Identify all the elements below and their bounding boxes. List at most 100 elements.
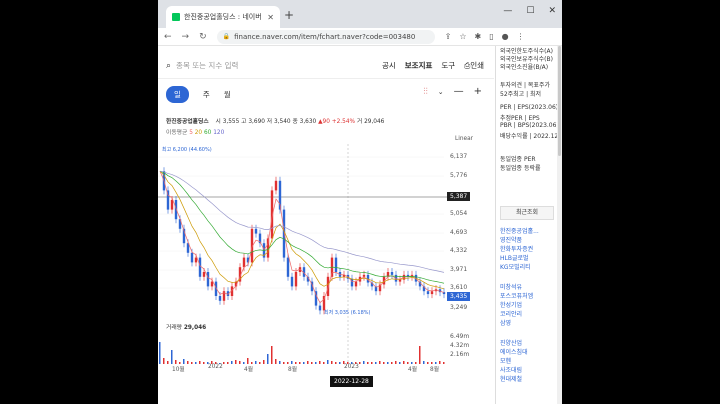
recent-item[interactable]: 한화투자증권 (500, 244, 533, 253)
sidebar-text: 동일업종 등락률 (500, 165, 541, 172)
recent-item[interactable]: 모헨 (500, 356, 511, 365)
window-controls: — ☐ ✕ (503, 6, 556, 16)
zoom-out-icon[interactable]: — (454, 86, 464, 97)
price-tick-label: 5,387 (447, 192, 471, 201)
lock-icon: 🔒 (222, 33, 231, 40)
recent-item[interactable]: 영진약품 (500, 235, 522, 244)
minimize-button[interactable]: — (503, 6, 512, 16)
sidebar-text: 투자의견 | 목표주가 (500, 82, 550, 89)
candle-body (350, 278, 354, 287)
chevron-down-icon[interactable]: ⌄ (438, 88, 444, 96)
tab-close-icon[interactable]: ✕ (267, 13, 274, 22)
menu-print[interactable]: ⎙인쇄 (464, 60, 484, 71)
recent-item[interactable]: 진양산업 (500, 338, 522, 347)
zoom-in-icon[interactable]: + (474, 86, 482, 97)
moving-average-legend: 이동평균 5 20 60 120 (166, 130, 225, 136)
candle-type-icon[interactable]: ⫶⫶ (423, 87, 428, 97)
sidebar-text: 동일업종 PER (500, 156, 536, 163)
stock-summary: 한진중공업홀딩스 시 3,555 고 3,690 저 3,540 종 3,630… (166, 119, 385, 125)
x-tick-label: 4월 (408, 367, 418, 373)
tab-day[interactable]: 일 (166, 86, 189, 103)
candle-body (206, 272, 210, 287)
recent-item[interactable]: HLB글로벌 (500, 253, 529, 262)
tab-title: 한진중공업홀딩스 : 네이버 증권 (184, 13, 264, 21)
candle-body (430, 291, 434, 295)
sidebar-text: PBR | BPS(2023.06) (500, 122, 559, 129)
maximize-button[interactable]: ☐ (526, 6, 534, 16)
price-chart[interactable]: 최고 6,200 (44.60%) 최저 3,035 (6.18%) (158, 144, 494, 362)
tab-strip: 한진중공업홀딩스 : 네이버 증권 ✕ + — ☐ ✕ (158, 0, 562, 28)
volume-tick-label: 6.49m (450, 333, 470, 340)
volume-bar (159, 342, 161, 364)
candle-body (190, 252, 194, 263)
new-tab-button[interactable]: + (284, 8, 294, 22)
x-axis: 10월 2022 4월 8월 2023 4월 8월 (158, 362, 494, 374)
menu-disclosure[interactable]: 공시 (382, 60, 396, 71)
close-value: 3,630 (299, 119, 317, 125)
recent-item[interactable]: 포스코퓨처엠 (500, 291, 533, 300)
scale-toggle[interactable]: Linear (455, 136, 473, 142)
sidebar-text: 배당수익률 | 2022.12 (500, 133, 559, 140)
sidebar-text: PER | EPS(2023.06) (500, 104, 559, 111)
x-tick-label: 10월 (172, 367, 185, 373)
recent-item[interactable]: 현대제철 (500, 374, 522, 383)
recent-item[interactable]: 코리안리 (500, 309, 522, 318)
share-icon[interactable]: ⇪ (445, 32, 452, 41)
candle-body (242, 257, 246, 268)
recent-item[interactable]: 미창석유 (500, 282, 522, 291)
recent-item[interactable]: KG모빌리티 (500, 262, 531, 271)
naver-favicon-icon (172, 13, 180, 21)
menu-icon[interactable]: ⋮ (517, 32, 525, 41)
chart-menu: 공시 보조지표 도구 ⎙인쇄 (382, 60, 484, 71)
price-tick-label: 3,610 (450, 284, 468, 291)
recent-item[interactable]: 한진중공업홀... (500, 226, 539, 235)
volume-chart (159, 342, 445, 364)
candle-body (362, 274, 366, 277)
stock-search[interactable]: ⌕ 종목 또는 지수 입력 (166, 60, 238, 71)
tab-month[interactable]: 월 (224, 89, 231, 100)
browser-tab[interactable]: 한진중공업홀딩스 : 네이버 증권 ✕ (166, 6, 280, 28)
scrollbar[interactable] (557, 46, 562, 404)
recent-item[interactable]: 한성기업 (500, 300, 522, 309)
ma60-line (159, 170, 445, 284)
divider (158, 78, 494, 79)
period-tabs: 일 주 월 (166, 86, 231, 103)
recent-views-header[interactable]: 최근조회 (500, 206, 554, 220)
reload-icon[interactable]: ↻ (199, 32, 207, 42)
candle-body (290, 276, 294, 287)
menu-tools[interactable]: 도구 (441, 60, 455, 71)
chart-tools: ⫶⫶ ⌄ — + (423, 86, 482, 97)
recent-item[interactable]: 삼영 (500, 318, 511, 327)
tab-week[interactable]: 주 (203, 89, 210, 100)
volume-header: 거래량 29,046 (166, 325, 207, 331)
low-note: 최저 3,035 (6.18%) (324, 309, 371, 316)
back-icon[interactable]: ← (164, 32, 172, 42)
recent-item[interactable]: 에이스침대 (500, 347, 528, 356)
candle-body (398, 279, 402, 282)
low-value: 3,540 (273, 119, 291, 125)
sidebar-text: 52주최고 | 최저 (500, 91, 542, 98)
extensions-icon[interactable]: ✱ (475, 32, 482, 41)
candle-body (194, 257, 198, 263)
search-placeholder: 종목 또는 지수 입력 (176, 61, 239, 70)
price-tick-label: 5,776 (450, 172, 468, 179)
chart-panel: ⌕ 종목 또는 지수 입력 공시 보조지표 도구 ⎙인쇄 일 주 월 ⫶⫶ ⌄ … (158, 46, 494, 404)
sidebar-text: 추정PER | EPS (500, 115, 540, 122)
recent-item[interactable]: 사조대림 (500, 365, 522, 374)
candle-body (170, 200, 174, 210)
candle-body (274, 180, 278, 191)
forward-icon[interactable]: → (182, 32, 190, 42)
menu-indicators[interactable]: 보조지표 (405, 60, 433, 71)
candle-body (218, 296, 222, 301)
address-bar[interactable]: 🔒 finance.naver.com/item/fchart.naver?co… (216, 29, 435, 44)
stock-info-sidebar: 외국인한도주식수(A) 외국인보유주식수(B) 외국인소진율(B/A) 투자의견 | … (495, 46, 562, 404)
candle-body (326, 276, 330, 296)
close-window-button[interactable]: ✕ (548, 6, 556, 16)
sidepanel-icon[interactable]: ▯ (489, 32, 493, 41)
bookmark-star-icon[interactable]: ☆ (459, 32, 466, 41)
x-tick-label: 2023 (344, 364, 359, 370)
open-value: 3,555 (222, 119, 240, 125)
candle-body (426, 291, 430, 295)
volume-value: 29,046 (364, 119, 385, 125)
profile-icon[interactable]: ● (502, 32, 509, 41)
